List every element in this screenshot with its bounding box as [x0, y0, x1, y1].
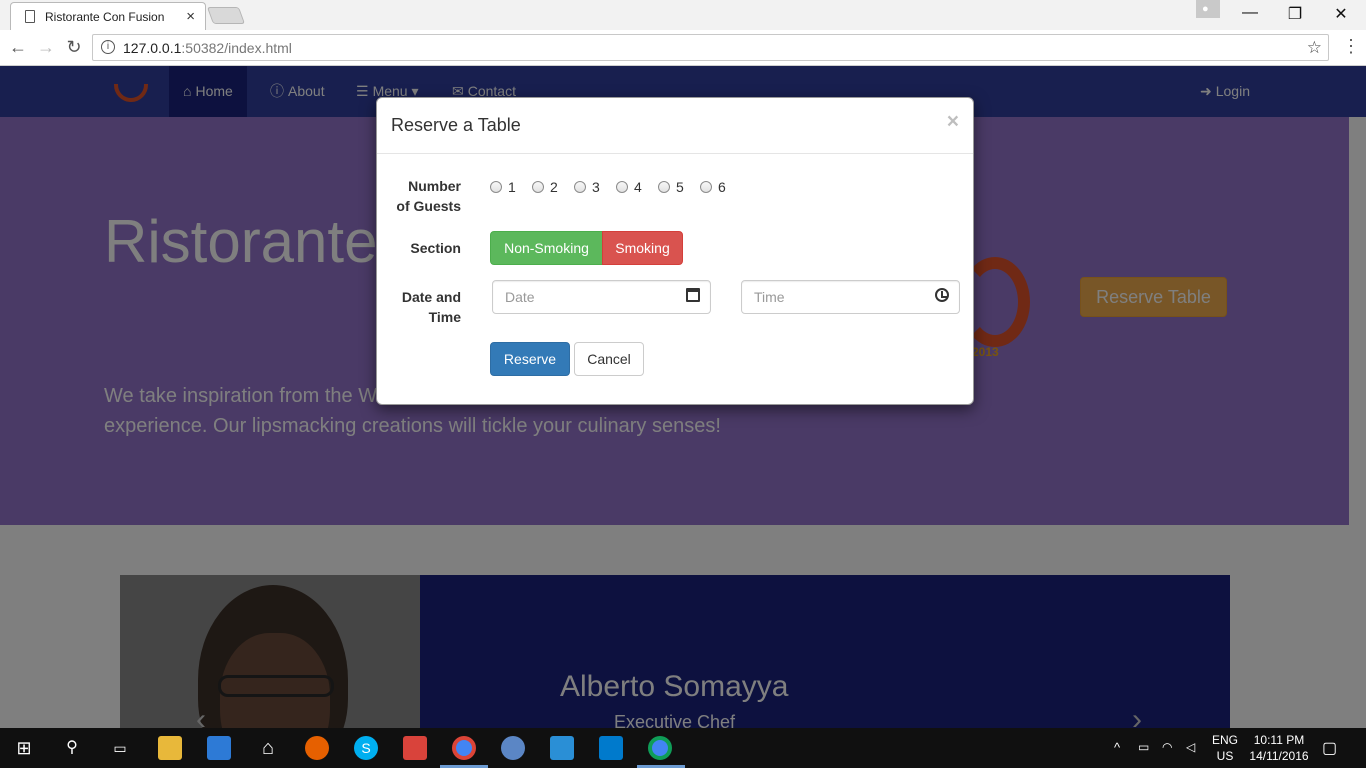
guests-label-line2: of Guests	[396, 198, 461, 214]
url-path: :50382/index.html	[181, 40, 292, 56]
guests-radio-6[interactable]: 6	[700, 179, 726, 195]
tray-chevron-icon[interactable]: ^	[1114, 740, 1120, 755]
guests-radio-5[interactable]: 5	[658, 179, 684, 195]
chrome-icon[interactable]	[648, 736, 672, 760]
datetime-label-line2: Time	[428, 309, 461, 325]
clock[interactable]: 10:11 PM 14/11/2016	[1246, 732, 1312, 764]
tab-title: Ristorante Con Fusion	[45, 10, 165, 24]
notifications-icon[interactable]: ▢	[1322, 738, 1337, 758]
smoking-button[interactable]: Smoking	[602, 231, 683, 265]
home-app-icon[interactable]: ⌂	[256, 736, 280, 760]
url-text: 127.0.0.1:50382/index.html	[123, 40, 292, 56]
search-icon[interactable]: ⚲	[60, 736, 84, 760]
guests-radio-4[interactable]: 4	[616, 179, 642, 195]
section-label: Section	[410, 240, 461, 256]
radio-circle[interactable]	[658, 181, 670, 193]
wifi-icon[interactable]: ◠	[1162, 740, 1172, 754]
language-line1: ENG	[1211, 733, 1238, 747]
modal-close-button[interactable]: ×	[947, 110, 959, 134]
popcorn-icon[interactable]	[403, 736, 427, 760]
radio-circle[interactable]	[532, 181, 544, 193]
browser-menu-icon[interactable]: ⋮	[1342, 36, 1360, 57]
cancel-button[interactable]: Cancel	[574, 342, 644, 376]
time-field[interactable]: Time	[741, 280, 960, 314]
guests-radio-label: 3	[592, 179, 600, 195]
info-icon[interactable]: i	[101, 40, 115, 54]
document-icon	[25, 10, 35, 23]
address-bar[interactable]: i 127.0.0.1:50382/index.html ☆	[92, 34, 1329, 61]
file-explorer-icon[interactable]	[158, 736, 182, 760]
store-icon[interactable]	[207, 736, 231, 760]
maximize-button[interactable]: ❐	[1281, 4, 1309, 24]
radio-circle[interactable]	[490, 181, 502, 193]
reserve-button[interactable]: Reserve	[490, 342, 570, 376]
guests-radio-3[interactable]: 3	[574, 179, 600, 195]
guests-radio-1[interactable]: 1	[490, 179, 516, 195]
language-line2: US	[1216, 749, 1234, 763]
task-view-icon[interactable]: ▭	[108, 736, 132, 760]
clock-date: 14/11/2016	[1249, 749, 1309, 763]
sourcetree-icon[interactable]	[550, 736, 574, 760]
window-close-button[interactable]: ✕	[1327, 4, 1355, 24]
reserve-table-modal: Reserve a Table × Number of Guests 1 2 3…	[376, 97, 974, 405]
modal-header: Reserve a Table ×	[377, 98, 973, 154]
calendar-icon	[686, 288, 700, 302]
guests-radio-label: 1	[508, 179, 516, 195]
time-placeholder: Time	[754, 289, 785, 305]
browser-toolbar: ← → ↻ i 127.0.0.1:50382/index.html ☆ ⋮	[0, 30, 1366, 66]
datetime-label: Date and Time	[377, 287, 461, 327]
profile-button[interactable]: ●	[1196, 0, 1220, 18]
skype-icon[interactable]: S	[354, 736, 378, 760]
windows-start-icon[interactable]: ⊞	[12, 736, 36, 760]
battery-icon[interactable]: ▭	[1138, 740, 1149, 754]
app-icon[interactable]	[501, 736, 525, 760]
date-placeholder: Date	[505, 289, 535, 305]
reload-icon[interactable]: ↻	[62, 37, 86, 58]
tab-close-button[interactable]: ×	[186, 8, 195, 25]
guests-radio-2[interactable]: 2	[532, 179, 558, 195]
radio-circle[interactable]	[574, 181, 586, 193]
datetime-label-line1: Date and	[401, 289, 461, 305]
guests-label: Number of Guests	[377, 176, 461, 216]
language-indicator[interactable]: ENG US	[1210, 732, 1240, 764]
minimize-button[interactable]: —	[1236, 4, 1264, 22]
guests-label-line1: Number	[408, 178, 461, 194]
back-arrow-icon[interactable]: ←	[6, 37, 30, 58]
browser-titlebar: Ristorante Con Fusion × ● — ❐ ✕	[0, 0, 1366, 30]
windows-taskbar: ⊞ ⚲ ▭ ⌂ S ^ ▭ ◠ ◁ ENG US 10:11 PM 14/11/…	[0, 728, 1366, 768]
url-host: 127.0.0.1	[123, 40, 182, 56]
forward-arrow-icon[interactable]: →	[34, 37, 58, 58]
new-tab-button[interactable]	[206, 7, 246, 24]
volume-icon[interactable]: ◁	[1186, 740, 1195, 754]
guests-radio-label: 5	[676, 179, 684, 195]
firefox-icon[interactable]	[305, 736, 329, 760]
guests-radio-label: 6	[718, 179, 726, 195]
chrome-icon[interactable]	[452, 736, 476, 760]
bookmark-star-icon[interactable]: ☆	[1307, 38, 1322, 58]
non-smoking-button[interactable]: Non-Smoking	[490, 231, 603, 265]
browser-tab[interactable]: Ristorante Con Fusion ×	[10, 2, 206, 30]
guests-radio-label: 4	[634, 179, 642, 195]
vscode-icon[interactable]	[599, 736, 623, 760]
user-icon: ●	[1202, 3, 1209, 15]
guests-radio-label: 2	[550, 179, 558, 195]
modal-title: Reserve a Table	[391, 115, 521, 135]
clock-icon	[935, 288, 949, 302]
radio-circle[interactable]	[700, 181, 712, 193]
date-field[interactable]: Date	[492, 280, 711, 314]
radio-circle[interactable]	[616, 181, 628, 193]
clock-time: 10:11 PM	[1253, 733, 1305, 747]
